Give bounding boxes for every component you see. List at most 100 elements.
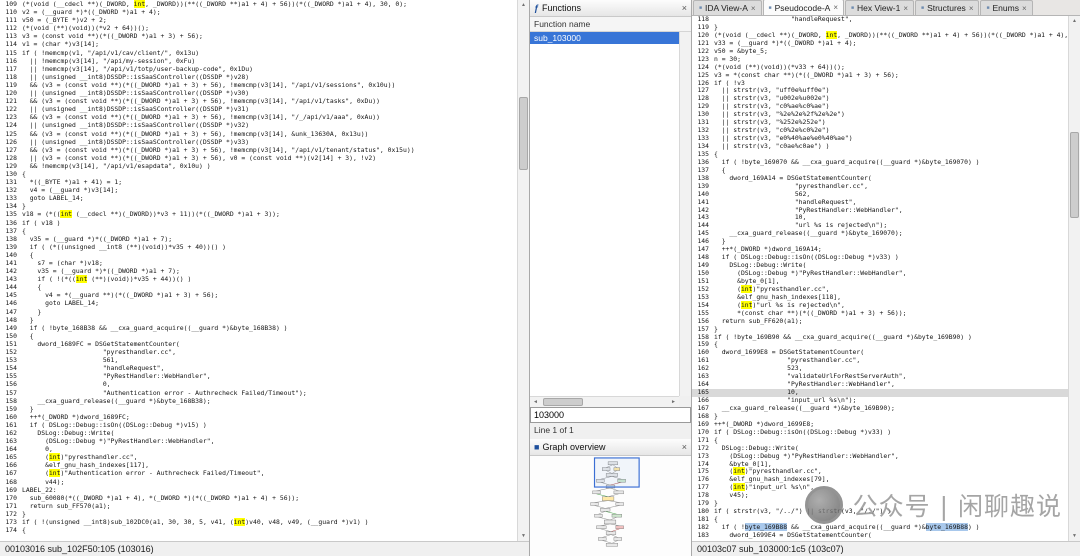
code-line[interactable]: 133 goto LABEL_14; [0,194,517,202]
function-name-column-header[interactable]: Function name [530,17,691,32]
code-line[interactable]: 154 "handleRequest", [0,364,517,372]
tab-close-icon[interactable]: × [751,4,756,13]
code-line[interactable]: 125 && (v3 = (const void **)(*((_DWORD *… [0,130,517,138]
code-line[interactable]: 170 sub_60080(*((_DWORD *)a1 + 4), *(_DW… [0,494,517,502]
code-line[interactable]: 117 || !memcmp(v3[14], "/api/v1/totp/use… [0,65,517,73]
tab-structures[interactable]: ■ Structures × [915,0,980,15]
left-code-area[interactable]: 109 (*(void (__cdecl **)(_DWORD, int, _DW… [0,0,517,541]
right-code-area[interactable]: 118 "handleRequest", 119} 120 (*(void (__cd… [692,16,1068,541]
code-line[interactable]: 126 || (unsigned __int8)DSSDP::isSaaSCon… [0,138,517,146]
scroll-up-arrow-icon[interactable]: ▲ [1069,16,1080,26]
code-line[interactable]: 164 0, [0,445,517,453]
code-line[interactable]: 148 } [0,316,517,324]
code-line[interactable]: 136 if ( !byte_169070 && __cxa_guard_acq… [692,158,1068,167]
code-line[interactable]: 152 "pyresthandler.cc", [0,348,517,356]
functions-vertical-scrollbar[interactable] [679,32,691,396]
code-line[interactable]: 169 LABEL_22: [0,486,517,494]
graph-overview-titlebar[interactable]: ■ Graph overview × [530,439,691,456]
code-line[interactable]: 140 { [0,251,517,259]
code-line[interactable]: 173 if ( !(unsigned __int8)sub_102DC0(a1,… [0,518,517,526]
scrollbar-thumb[interactable] [543,398,583,406]
right-vertical-scrollbar[interactable]: ▲ ▼ [1068,16,1080,541]
code-line[interactable]: 124 || (unsigned __int8)DSSDP::isSaaSCon… [0,121,517,129]
code-line[interactable]: 123 && (v3 = (const void **)(*((_DWORD *… [0,113,517,121]
code-line[interactable]: 147 } [0,308,517,316]
tab-enums[interactable]: ■ Enums × [980,0,1033,15]
tab-ida-view-a[interactable]: ■ IDA View-A × [693,0,762,15]
function-list-item[interactable]: sub_103000 [530,32,679,44]
code-line[interactable]: 128 || (v3 = (const void **)(*((_DWORD *… [0,154,517,162]
graph-overview-thumbnail[interactable] [536,456,686,553]
code-line[interactable]: 160 ++*(_DWORD *)dword_1689FC; [0,413,517,421]
code-line[interactable]: 135 v18 = (*((int (__cdecl **)(_DWORD))*v… [0,210,517,219]
tab-close-icon[interactable]: × [833,3,838,12]
code-line[interactable]: 156 return sub_FF620(a1); [692,317,1068,326]
tab-hex-view-1[interactable]: ■ Hex View-1 × [845,0,915,15]
scroll-left-arrow-icon[interactable]: ◄ [530,399,541,405]
code-line[interactable]: 127 && (v3 = (const void **)(*((_DWORD *… [0,146,517,154]
code-line[interactable]: 165 (int)"pyresthandler.cc", [0,453,517,462]
code-line[interactable]: 120 || (unsigned __int8)DSSDP::isSaaSCon… [0,89,517,97]
functions-panel-titlebar[interactable]: ƒ Functions × [530,0,691,17]
code-line[interactable]: 116 || !memcmp(v3[14], "/api/my-session"… [0,57,517,65]
code-line[interactable]: 115 if ( !memcmp(v1, "/api/v1/cav/client/… [0,49,517,57]
code-line[interactable]: 138 v35 = (__guard *)*((_DWORD *)a1 + 7)… [0,235,517,243]
scrollbar-thumb[interactable] [1070,131,1079,218]
functions-horizontal-scrollbar[interactable]: ◄ ► [530,396,679,407]
code-line[interactable]: 163 (DSLog::Debug *)"PyRestHandler::WebH… [0,437,517,445]
code-line[interactable]: 149 if ( !byte_168B38 && __cxa_guard_acq… [0,324,517,332]
code-line[interactable]: 156 0, [0,380,517,388]
scroll-up-arrow-icon[interactable]: ▲ [518,0,529,10]
code-line[interactable]: 141 s7 = (char *)v18; [0,259,517,267]
scrollbar-track[interactable] [541,397,668,407]
code-line[interactable]: 162 DSLog::Debug::Write( [0,429,517,437]
code-line[interactable]: 137{ [0,227,517,235]
code-line[interactable]: 145 v4 = *(__guard **)(*((_DWORD *)a1 + … [0,291,517,299]
code-line[interactable]: 157 "Authentication error - Authrecheck … [0,389,517,397]
tab-close-icon[interactable]: × [969,4,974,13]
code-line[interactable]: 159 } [0,405,517,413]
code-line[interactable]: 121 && (v3 = (const void **)(*((_DWORD *… [0,97,517,105]
code-line[interactable]: 170 if ( DSLog::Debug::isOn((DSLog::Debug… [692,428,1068,437]
code-line[interactable]: 158 if ( !byte_169B90 && __cxa_guard_acqu… [692,333,1068,342]
code-line[interactable]: 122 v50 = &byte_5; [692,47,1068,56]
code-line[interactable]: 166 &elf_gnu_hash_indexes[117], [0,461,517,469]
code-line[interactable]: 134} [0,202,517,210]
code-line[interactable]: 134 || strstr(v3, "c0ae%c0ae") ) [692,142,1068,151]
code-line[interactable]: 143 if ( !(*((int (**)(void))*v35 + 44))… [0,275,517,284]
code-line[interactable]: 125 v3 = *(const char **)(*((_DWORD *)a1 … [692,71,1068,80]
code-line[interactable]: 151 dword_1689FC = DSGetStatementCounter… [0,340,517,348]
code-line[interactable]: 171 return sub_FF570(a1); [0,502,517,510]
code-line[interactable]: 118 "handleRequest", [692,16,1068,24]
code-line[interactable]: 144 { [0,283,517,291]
code-line[interactable]: 167 (int)"Authentication error - Authrec… [0,469,517,478]
code-line[interactable]: 109 (*(void (__cdecl **)(_DWORD, int, _DW… [0,0,517,8]
left-vertical-scrollbar[interactable]: ▲ ▼ [517,0,529,541]
code-line[interactable]: 146 goto LABEL_14; [0,299,517,307]
code-line[interactable]: 112 (*(void (**)(void))(*v2 + 64))(); [0,24,517,32]
scroll-down-arrow-icon[interactable]: ▼ [518,531,529,541]
code-line[interactable]: 145 __cxa_guard_release((__guard *)&byte… [692,229,1068,238]
code-line[interactable]: 131 *((_BYTE *)a1 + 41) = 1; [0,178,517,186]
scroll-down-arrow-icon[interactable]: ▼ [1069,531,1080,541]
graph-overview-body[interactable] [530,456,691,556]
code-line[interactable]: 142 v35 = (__guard *)*((_DWORD *)a1 + 7)… [0,267,517,275]
code-line[interactable]: 172} [0,510,517,518]
code-line[interactable]: 168 v44); [0,478,517,486]
code-line[interactable]: 122 || (unsigned __int8)DSSDP::isSaaSCon… [0,105,517,113]
code-line[interactable]: 110 v2 = (__guard *)*((_DWORD *)a1 + 4); [0,8,517,16]
code-line[interactable]: 161 if ( DSLog::Debug::isOn((DSLog::Debu… [0,421,517,429]
graph-overview-close-icon[interactable]: × [682,442,687,452]
code-line[interactable]: 136 if ( v18 ) [0,219,517,227]
scroll-right-arrow-icon[interactable]: ► [668,399,679,405]
code-line[interactable]: 150 { [0,332,517,340]
code-line[interactable]: 111 v50 = (_BYTE *)v2 + 2; [0,16,517,24]
code-line[interactable]: 153 561, [0,356,517,364]
code-line[interactable]: 114 v1 = (char *)v3[14]; [0,40,517,48]
code-line[interactable]: 155 "PyRestHandler::WebHandler", [0,372,517,380]
code-line[interactable]: 113 v3 = (const void **)(*((_DWORD *)a1 +… [0,32,517,40]
code-line[interactable]: 139 if ( (*((unsigned __int8 (**)(void))… [0,243,517,251]
code-line[interactable]: 132 v4 = (__guard *)v3[14]; [0,186,517,194]
code-line[interactable]: 130{ [0,170,517,178]
code-line[interactable]: 129 && !memcmp(v3[14], "/api/v1/esapdata… [0,162,517,170]
